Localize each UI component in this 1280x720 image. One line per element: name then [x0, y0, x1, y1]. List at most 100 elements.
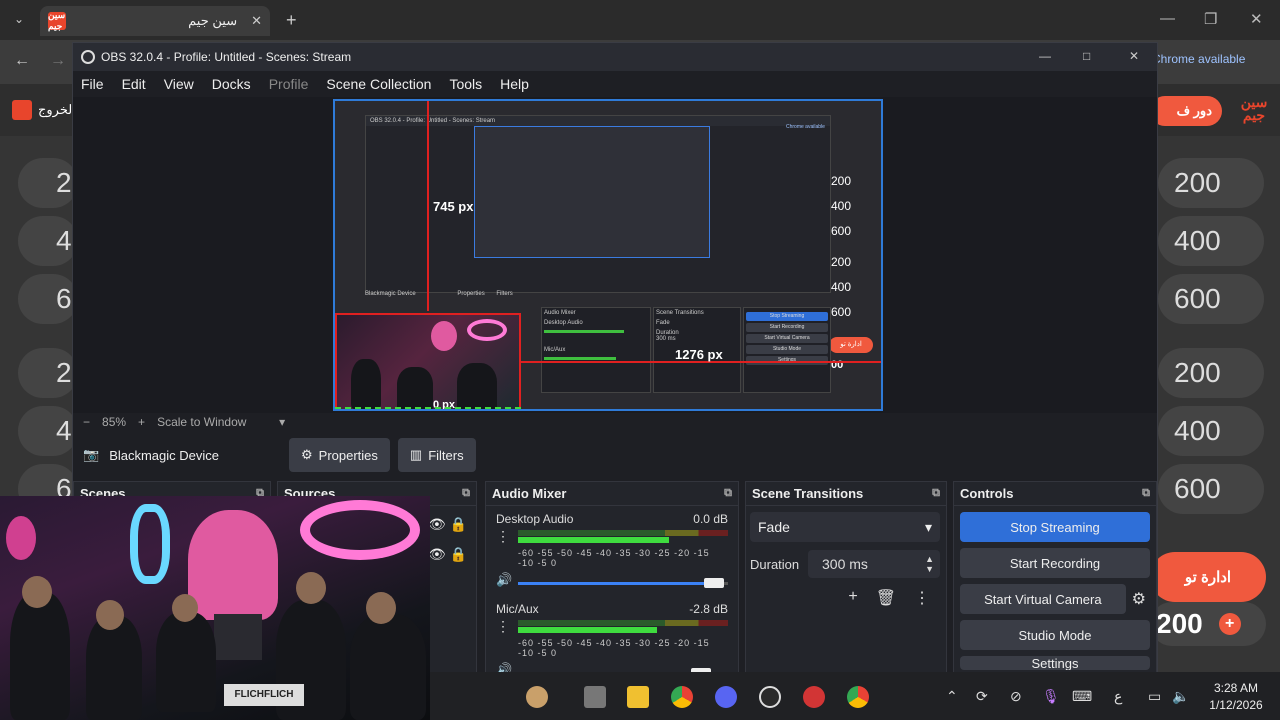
zoom-mode-select[interactable]: Scale to Window [157, 415, 267, 429]
manage-teams-button[interactable]: ادارة تو [1150, 552, 1266, 602]
chrome-profile-icon[interactable] [847, 686, 869, 708]
microphone-icon[interactable]: 🎙 [1042, 688, 1060, 705]
transition-select[interactable]: Fade ▾ [750, 512, 940, 542]
menu-tools[interactable]: Tools [449, 76, 482, 92]
spin-arrows-icon[interactable]: ▲ ▼ [925, 554, 934, 574]
program-preview[interactable]: OBS 32.0.4 - Profile: Untitled - Scenes:… [333, 99, 883, 411]
obs-titlebar: OBS 32.0.4 - Profile: Untitled - Scenes:… [73, 43, 1157, 71]
tray-chevron-icon[interactable]: ⌃ [946, 688, 958, 705]
trash-icon[interactable]: 🗑 [876, 588, 896, 608]
add-transition-icon[interactable]: + [848, 588, 857, 608]
right-value-pill[interactable]: 600 [1158, 464, 1264, 514]
left-value-pill[interactable]: 2 [18, 348, 78, 398]
language-indicator[interactable]: ع [1114, 688, 1122, 705]
obs-minimize-icon[interactable]: — [1039, 49, 1051, 63]
keyboard-icon[interactable]: ⌨ [1072, 688, 1092, 705]
header-turn-button[interactable]: دور ف [1150, 96, 1222, 126]
browser-minimize-icon[interactable]: — [1160, 10, 1175, 27]
visibility-eye-icon[interactable]: 👁 [428, 516, 446, 532]
slider-fill [518, 582, 724, 585]
task-view-icon[interactable] [584, 686, 606, 708]
studio-mode-button[interactable]: Studio Mode [960, 620, 1150, 650]
visibility-eye-icon[interactable]: 👁 [428, 546, 446, 562]
file-explorer-icon[interactable] [627, 686, 649, 708]
add-score-icon[interactable]: + [1218, 613, 1241, 635]
forward-icon[interactable]: → [50, 52, 66, 70]
selected-camera-source[interactable] [335, 313, 521, 409]
left-value-pill[interactable]: 4 [18, 406, 78, 456]
guide-label-vertical: 745 px [433, 199, 474, 214]
duration-spinbox[interactable]: 300 ms ▲ ▼ [808, 550, 940, 578]
lock-icon[interactable]: 🔒 [450, 516, 467, 532]
dock-undock-icon[interactable]: ⧉ [1142, 487, 1150, 500]
sync-icon[interactable]: ⟳ [976, 688, 988, 705]
channel-menu-icon[interactable]: ⋮ [496, 528, 518, 545]
dock-title: Controls [960, 486, 1014, 501]
menu-edit[interactable]: Edit [122, 76, 146, 92]
source-row[interactable]: 👁 🔒 [428, 516, 467, 533]
obs-maximize-icon[interactable]: □ [1083, 49, 1090, 63]
more-icon[interactable]: ⋮ [914, 588, 930, 608]
tab-list-chevron-icon[interactable]: ⌄ [14, 12, 24, 26]
menu-docks[interactable]: Docks [212, 76, 251, 92]
dock-header: Scene Transitions ⧉ [746, 482, 946, 506]
display-icon[interactable]: ▭ [1148, 688, 1161, 705]
menu-view[interactable]: View [164, 76, 194, 92]
network-off-icon[interactable]: ⊘ [1010, 688, 1022, 705]
discord-icon[interactable] [715, 686, 737, 708]
nested-orange-button: ادارة تو [829, 337, 873, 353]
right-value-pill[interactable]: 200 [1158, 348, 1264, 398]
speaker-icon[interactable]: 🔊 [496, 572, 518, 588]
volume-slider[interactable] [518, 578, 728, 588]
app-red-icon[interactable] [803, 686, 825, 708]
obs-close-icon[interactable]: ✕ [1129, 49, 1139, 63]
nested-value: 200 [831, 174, 852, 188]
virtual-camera-settings-gear-icon[interactable]: ⚙ [1132, 589, 1146, 609]
chrome-icon[interactable] [671, 686, 693, 708]
new-tab-icon[interactable]: + [286, 10, 297, 31]
stop-streaming-button[interactable]: Stop Streaming [960, 512, 1150, 542]
widgets-icon[interactable] [526, 686, 548, 708]
taskbar-clock[interactable]: 3:28 AM 1/12/2026 [1198, 680, 1274, 714]
channel-menu-icon[interactable]: ⋮ [496, 618, 518, 635]
value-text: 6 [56, 283, 72, 314]
exit-link[interactable]: الخروج [12, 100, 76, 120]
source-row[interactable]: 👁 🔒 [428, 546, 467, 563]
dock-undock-icon[interactable]: ⧉ [462, 487, 470, 500]
guide-line-vertical [427, 101, 429, 311]
dock-undock-icon[interactable]: ⧉ [724, 487, 732, 500]
left-value-pill[interactable]: 4 [18, 216, 78, 266]
start-virtual-camera-button[interactable]: Start Virtual Camera [960, 584, 1126, 614]
browser-maximize-icon[interactable]: ❐ [1204, 10, 1217, 28]
menu-file[interactable]: File [81, 76, 104, 92]
lock-icon[interactable]: 🔒 [450, 546, 467, 562]
zoom-in-icon[interactable]: + [138, 415, 145, 429]
filters-button[interactable]: ▥ Filters [397, 438, 476, 472]
chevron-down-icon[interactable]: ▾ [279, 415, 285, 429]
start-recording-button[interactable]: Start Recording [960, 548, 1150, 578]
right-value-pill[interactable]: 200 [1158, 158, 1264, 208]
browser-close-icon[interactable]: ✕ [1250, 10, 1263, 28]
slider-thumb[interactable] [703, 578, 724, 588]
source-toolbar: 📷 Blackmagic Device ⚙ Properties ▥ Filte… [73, 435, 1157, 475]
volume-icon[interactable]: 🔈 [1172, 688, 1189, 705]
menu-scene-collection[interactable]: Scene Collection [326, 76, 431, 92]
back-icon[interactable]: ← [14, 52, 30, 70]
score-pill[interactable]: 200 + [1150, 602, 1266, 646]
right-value-pill[interactable]: 600 [1158, 274, 1264, 324]
left-value-pill[interactable]: 2 [18, 158, 78, 208]
chrome-update-label[interactable]: Chrome available [1152, 52, 1264, 74]
obs-icon[interactable] [759, 686, 781, 708]
left-value-pill[interactable]: 6 [18, 274, 78, 324]
menu-help[interactable]: Help [500, 76, 529, 92]
menu-profile[interactable]: Profile [269, 76, 309, 92]
properties-button[interactable]: ⚙ Properties [289, 438, 390, 472]
tab-close-icon[interactable]: ✕ [251, 13, 262, 29]
right-value-pill[interactable]: 400 [1158, 406, 1264, 456]
person-silhouette [10, 592, 70, 720]
dock-undock-icon[interactable]: ⧉ [932, 487, 940, 500]
zoom-out-icon[interactable]: − [83, 415, 90, 429]
browser-tab[interactable]: سين جيم سين جيم ✕ [40, 6, 270, 36]
settings-button[interactable]: Settings [960, 656, 1150, 670]
right-value-pill[interactable]: 400 [1158, 216, 1264, 266]
